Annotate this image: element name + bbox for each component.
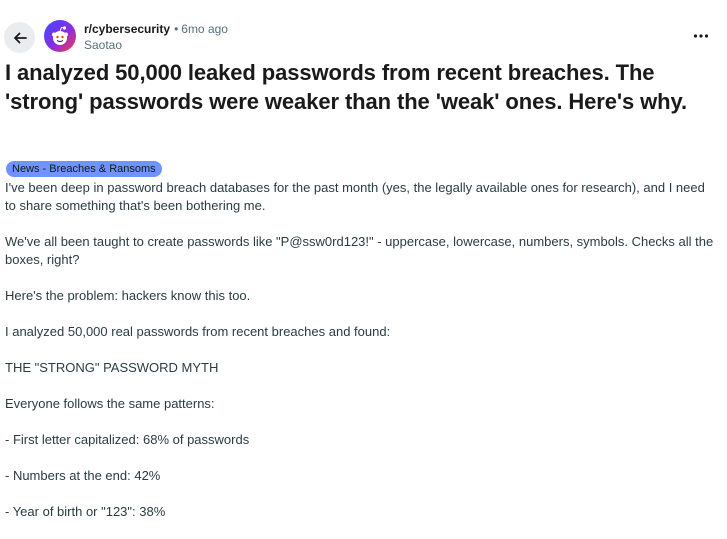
post-paragraph: - Year of birth or "123": 38% — [5, 504, 166, 519]
post-paragraph: - First letter capitalized: 68% of passw… — [5, 432, 250, 447]
post-paragraph: We've all been taught to create password… — [5, 234, 714, 267]
subreddit-link[interactable]: r/cybersecurity — [84, 21, 170, 37]
subreddit-avatar[interactable] — [44, 20, 76, 52]
more-horizontal-icon — [693, 34, 709, 38]
author-link[interactable]: Saotao — [84, 37, 228, 53]
post-paragraph: Here's the problem: hackers know this to… — [5, 288, 251, 303]
post-paragraph: Everyone follows the same patterns: — [5, 396, 215, 411]
post-meta: r/cybersecurity • 6mo ago Saotao — [84, 21, 228, 53]
post-time: 6mo ago — [181, 22, 228, 36]
meta-separator: • — [174, 22, 179, 36]
reddit-snoo-icon — [52, 26, 68, 45]
post-paragraph: I analyzed 50,000 real passwords from re… — [5, 324, 391, 339]
back-button[interactable] — [4, 22, 35, 53]
post-flair[interactable]: News - Breaches & Ransoms — [6, 161, 162, 177]
arrow-left-icon — [13, 32, 27, 43]
post-paragraph: - Numbers at the end: 42% — [5, 468, 161, 483]
post-title: I analyzed 50,000 leaked passwords from … — [5, 60, 688, 114]
post-paragraph: I've been deep in password breach databa… — [5, 180, 705, 213]
post-paragraph: THE "STRONG" PASSWORD MYTH — [5, 360, 219, 375]
more-options-button[interactable] — [689, 26, 713, 46]
post-body: I've been deep in password breach databa… — [5, 179, 717, 539]
